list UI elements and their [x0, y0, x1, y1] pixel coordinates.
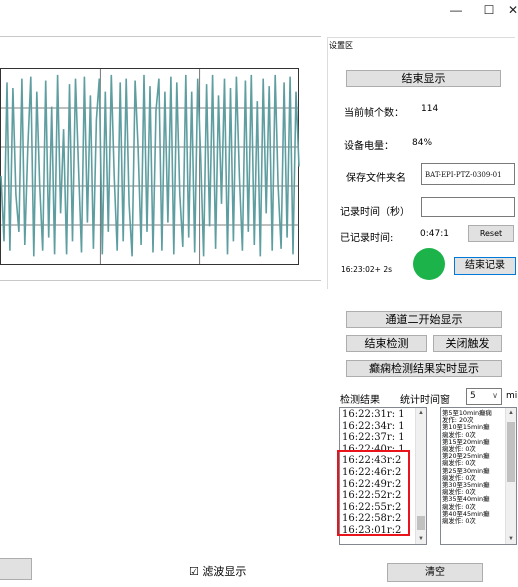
recorded-time-value: 0:47:1: [420, 229, 449, 239]
clear-button[interactable]: 清空: [387, 563, 483, 582]
recording-status-indicator: [413, 248, 445, 280]
seizure-stats-list[interactable]: 第5至10min癫痫 发作: 20次 第10至15min癫 痫发作: 0次 第15至20…: [440, 407, 517, 545]
scroll-up-icon[interactable]: ▲: [506, 408, 516, 418]
scroll-down-icon[interactable]: ▼: [416, 534, 426, 544]
close-button[interactable]: ✕: [505, 3, 518, 17]
stats-window-value: 5: [470, 391, 476, 401]
scroll-thumb[interactable]: [507, 422, 515, 482]
stats-window-unit: min: [506, 391, 518, 401]
minimize-button[interactable]: —: [448, 3, 464, 17]
checkbox-icon[interactable]: ☑: [189, 565, 199, 578]
end-display-button[interactable]: 结束显示: [346, 70, 501, 87]
log-entry[interactable]: 16:22:37r: 1: [340, 432, 426, 444]
battery-value: 84%: [412, 138, 433, 148]
maximize-button[interactable]: ☐: [481, 3, 497, 17]
left-edge-button[interactable]: [0, 558, 32, 580]
frame-count-label: 当前帧个数：: [344, 108, 404, 119]
plot-panel-divider: [0, 280, 321, 281]
settings-group-label: 设置区: [329, 40, 353, 51]
folder-name-input[interactable]: BAT-EPI-PTZ-0309-01: [421, 163, 515, 185]
waveform-plot: [0, 68, 300, 265]
scroll-up-icon[interactable]: ▲: [416, 408, 426, 418]
detection-results-label: 检测结果: [340, 395, 380, 406]
folder-name-label: 保存文件夹名: [346, 173, 406, 184]
record-time-label: 记录时间（秒）: [340, 207, 410, 218]
stats-window-select[interactable]: 5 ∨: [466, 388, 502, 405]
realtime-seizure-display-button[interactable]: 癫痫检测结果实时显示: [346, 360, 502, 377]
log-entry[interactable]: 16:22:34r: 1: [340, 421, 426, 433]
stats-scrollbar[interactable]: ▲ ▼: [505, 408, 516, 544]
record-timestamp: 16:23:02+ 2s: [341, 265, 393, 274]
reset-button[interactable]: Reset: [468, 225, 514, 242]
record-time-input[interactable]: [421, 197, 515, 217]
scroll-thumb[interactable]: [417, 516, 425, 530]
log-entry[interactable]: 16:22:31r: 1: [340, 409, 426, 421]
end-detection-button[interactable]: 结束检测: [346, 335, 427, 352]
filter-display-label: 滤波显示: [202, 565, 247, 578]
log-scrollbar[interactable]: ▲ ▼: [415, 408, 426, 544]
frame-count-value: 114: [421, 104, 439, 114]
channel2-start-display-button[interactable]: 通道二开始显示: [346, 311, 502, 328]
filter-display-checkbox[interactable]: ☑ 滤波显示: [189, 563, 246, 579]
battery-label: 设备电量：: [344, 141, 394, 152]
scroll-down-icon[interactable]: ▼: [506, 534, 516, 544]
stats-window-label: 统计时间窗: [400, 395, 450, 406]
close-trigger-button[interactable]: 关闭触发: [433, 335, 502, 352]
left-panel-divider: [0, 36, 321, 37]
chevron-down-icon[interactable]: ∨: [492, 391, 498, 400]
highlight-box: [337, 450, 410, 536]
end-record-button[interactable]: 结束记录: [454, 257, 516, 275]
recorded-time-label: 已记录时间:: [340, 233, 394, 244]
